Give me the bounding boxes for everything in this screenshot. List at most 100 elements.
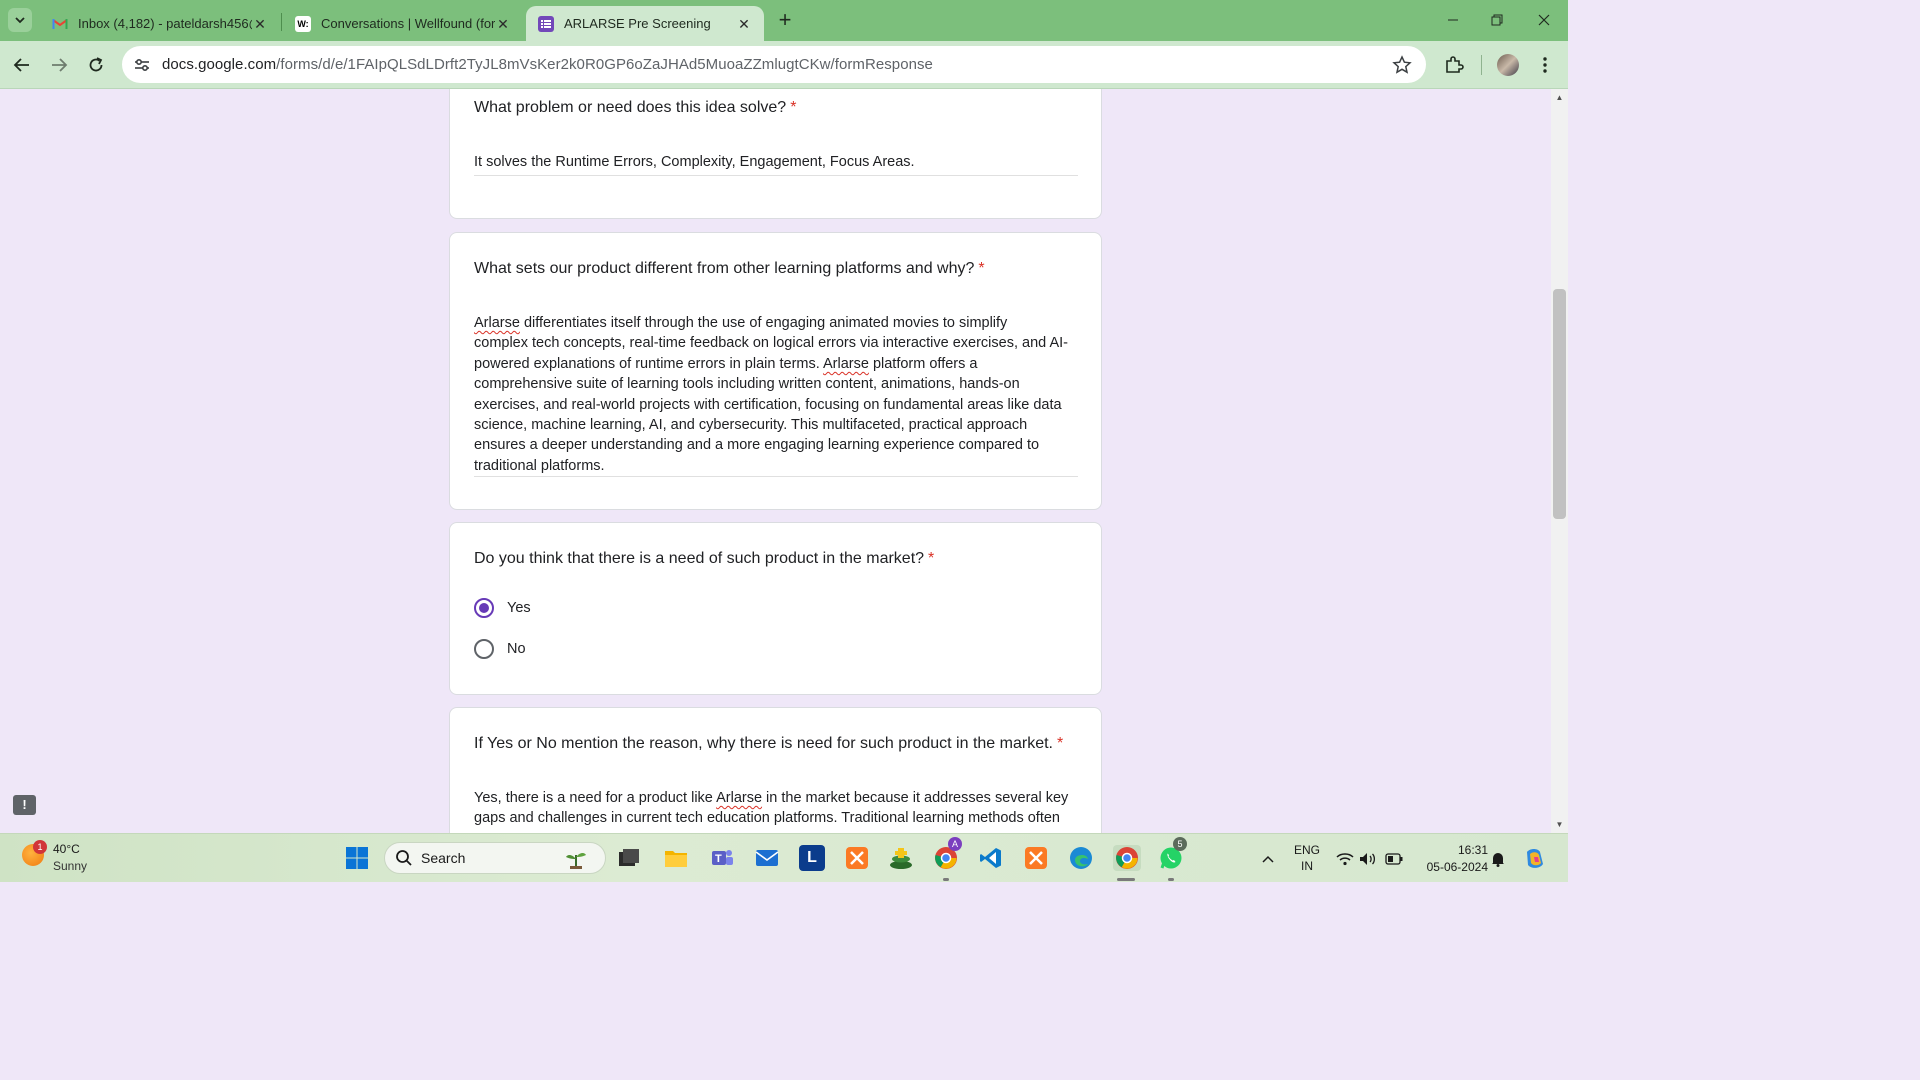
close-icon[interactable]: ✕ [252,16,268,32]
spelling-error: Arlarse [822,355,869,372]
restore-button[interactable] [1483,8,1511,32]
start-button[interactable] [344,845,370,871]
address-bar[interactable]: docs.google.com/forms/d/e/1FAIpQLSdLDrft… [122,46,1426,83]
stack-app-button[interactable] [888,845,914,871]
site-settings-icon[interactable] [124,47,160,83]
radio-option-yes[interactable]: Yes [474,598,531,618]
page-scrollbar[interactable]: ▲ ▼ [1551,89,1568,833]
question-card-differentiator: What sets our product different from oth… [449,232,1102,510]
radio-button[interactable] [474,639,494,659]
xampp-control-button[interactable] [1023,845,1049,871]
spelling-error: Arlarse [716,790,763,806]
close-icon[interactable]: ✕ [736,16,752,32]
arrow-right-icon [52,58,68,72]
search-label: Search [421,850,466,866]
wellfound-icon: W: [295,15,311,32]
answer-field[interactable]: It solves the Runtime Errors, Complexity… [474,152,1078,172]
radio-label: No [507,641,526,657]
l-app-icon[interactable]: L [799,845,825,871]
question-text: What problem or need does this idea solv… [474,99,787,116]
avatar [1497,54,1519,76]
volume-icon[interactable] [1359,850,1377,868]
answer-line-text: Arlarse differentiates itself through th… [474,315,1008,331]
answer-line-text: ensures a deeper understanding and a mor… [474,437,1040,454]
puzzle-icon [1446,56,1464,73]
file-explorer-button[interactable] [663,845,689,871]
required-asterisk: * [928,550,935,567]
xampp-button[interactable] [844,845,870,871]
vscode-button[interactable] [978,845,1004,871]
tab-title: ARLARSE Pre Screening [564,16,711,31]
tab-wellfound[interactable]: W: Conversations | Wellfound (form ✕ [283,6,523,41]
mail-button[interactable] [754,845,780,871]
answer-line-text: powered explanations of runtime errors i… [474,355,978,372]
minimize-button[interactable] [1439,8,1467,32]
copilot-icon[interactable] [1522,846,1548,872]
scroll-down-icon[interactable]: ▼ [1555,820,1564,829]
taskbar-search[interactable]: Search [384,842,606,874]
task-view-button[interactable] [616,845,642,871]
scroll-thumb[interactable] [1553,289,1566,519]
tab-gmail[interactable]: Inbox (4,182) - pateldarsh456@ ✕ [40,6,280,41]
question-text: If Yes or No mention the reason, why the… [474,735,1053,752]
reload-button[interactable] [84,53,108,77]
answer-field[interactable]: Arlarse differentiates itself through th… [474,313,1078,476]
tab-separator [281,13,282,31]
back-button[interactable] [10,53,34,77]
required-asterisk: * [790,99,797,116]
url-path: /forms/d/e/1FAIpQLSdLDrft2TyJL8mVsKer2k0… [276,56,933,73]
required-asterisk: * [1056,735,1064,752]
question-title: What sets our product different from oth… [474,260,985,278]
whatsapp-button[interactable]: 5 [1158,837,1187,871]
radio-option-no[interactable]: No [474,639,526,659]
tab-search-button[interactable] [8,8,32,32]
battery-icon[interactable] [1385,850,1403,868]
teams-icon: T [712,850,733,865]
answer-line-text: traditional platforms. [474,457,605,474]
weather-badge: 1 [33,840,47,854]
arrow-left-icon [13,58,29,72]
running-indicator [1168,878,1174,881]
required-asterisk: * [978,260,985,277]
url-text: docs.google.com/forms/d/e/1FAIpQLSdLDrft… [162,56,933,73]
mail-icon [755,850,779,866]
wifi-icon[interactable] [1336,850,1354,868]
scroll-up-icon[interactable]: ▲ [1555,93,1564,102]
answer-line-text: complex tech concepts, real-time feedbac… [474,335,1068,352]
show-hidden-icons-button[interactable] [1259,850,1277,868]
question-card-problem: What problem or need does this idea solv… [449,89,1102,219]
tab-title: Inbox (4,182) - pateldarsh456@ [78,16,252,31]
active-indicator [1117,878,1135,881]
xampp-icon [846,847,868,869]
notification-badge: 5 [1173,837,1187,851]
report-feedback-button[interactable]: ! [13,795,36,815]
profile-button[interactable] [1496,53,1520,77]
chrome-button[interactable] [1113,845,1141,871]
reload-icon [89,57,103,72]
language-indicator[interactable]: ENG IN [1292,843,1322,873]
bookmark-star-icon[interactable] [1392,55,1412,75]
clock[interactable]: 16:31 05-06-2024 [1412,843,1488,874]
close-window-button[interactable] [1530,8,1558,32]
new-tab-button[interactable]: + [774,9,796,32]
tab-arlarse[interactable]: ARLARSE Pre Screening ✕ [526,6,764,41]
edge-button[interactable] [1068,845,1094,871]
close-icon[interactable]: ✕ [495,16,511,32]
profile-badge: A [948,837,962,851]
radio-button-checked[interactable] [474,598,494,618]
weather-condition[interactable]: Sunny [53,859,87,873]
edge-icon [1070,847,1092,869]
question-title: What problem or need does this idea solv… [474,99,796,117]
chrome-menu-button[interactable] [1533,53,1557,77]
notification-bell-icon[interactable] [1489,850,1507,868]
spelling-error: Arlarse [474,315,520,331]
chrome-profile-button[interactable]: A [933,837,962,871]
task-view-icon [619,849,639,866]
answer-field[interactable]: Yes, there is a need for a product like … [474,788,1078,829]
extensions-button[interactable] [1442,53,1466,77]
teams-button[interactable]: T [709,845,735,871]
forward-button[interactable] [47,53,71,77]
chevron-down-icon [15,17,25,24]
question-card-reason: If Yes or No mention the reason, why the… [449,707,1102,833]
weather-temperature[interactable]: 40°C [53,842,80,856]
